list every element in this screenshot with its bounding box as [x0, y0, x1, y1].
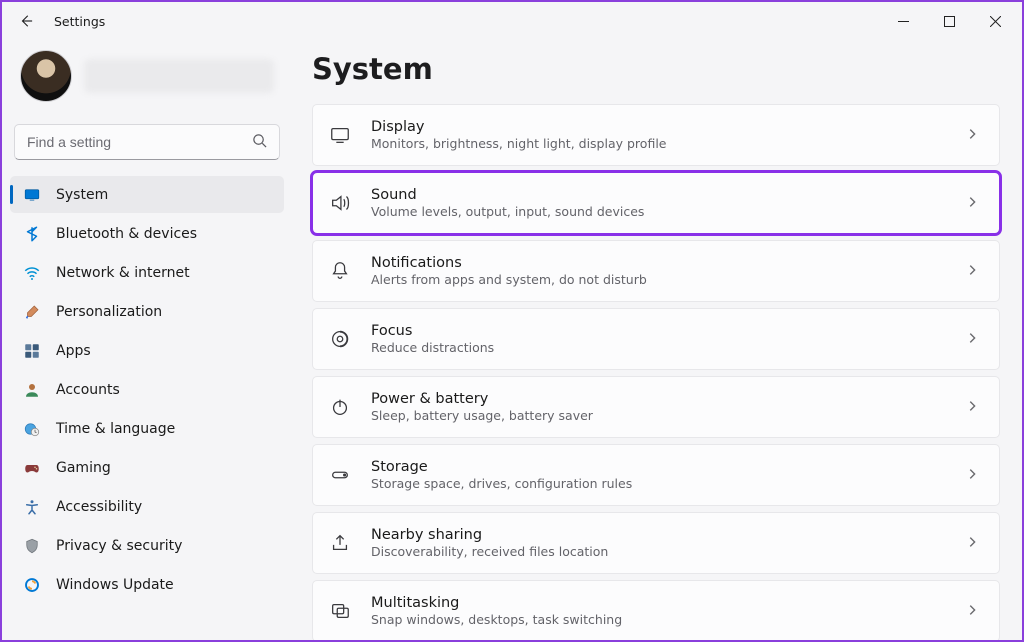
gamepad-icon	[22, 458, 42, 478]
main-panel: System Display Monitors, brightness, nig…	[292, 40, 1022, 640]
sidebar-item-label: Bluetooth & devices	[56, 226, 197, 242]
wifi-icon	[22, 263, 42, 283]
sidebar-item-personalization[interactable]: Personalization	[10, 293, 284, 330]
sidebar-item-accounts[interactable]: Accounts	[10, 371, 284, 408]
card-text: Notifications Alerts from apps and syste…	[371, 255, 947, 287]
accessibility-icon	[22, 497, 42, 517]
card-nearby-sharing[interactable]: Nearby sharing Discoverability, received…	[312, 512, 1000, 574]
sidebar-item-label: Apps	[56, 343, 91, 359]
shield-icon	[22, 536, 42, 556]
sound-icon	[327, 190, 353, 216]
card-desc: Discoverability, received files location	[371, 544, 947, 559]
card-display[interactable]: Display Monitors, brightness, night ligh…	[312, 104, 1000, 166]
person-icon	[22, 380, 42, 400]
card-notifications[interactable]: Notifications Alerts from apps and syste…	[312, 240, 1000, 302]
card-desc: Volume levels, output, input, sound devi…	[371, 204, 947, 219]
search-icon	[252, 133, 267, 152]
card-desc: Reduce distractions	[371, 340, 947, 355]
search-input[interactable]	[27, 134, 252, 150]
sidebar: System Bluetooth & devices Network & int…	[2, 40, 292, 640]
share-icon	[327, 530, 353, 556]
card-title: Notifications	[371, 255, 947, 271]
chevron-right-icon	[965, 330, 979, 349]
page-title: System	[312, 52, 1000, 86]
close-button[interactable]	[972, 5, 1018, 37]
card-text: Sound Volume levels, output, input, soun…	[371, 187, 947, 219]
window-controls	[880, 5, 1018, 37]
sidebar-item-system[interactable]: System	[10, 176, 284, 213]
card-text: Storage Storage space, drives, configura…	[371, 459, 947, 491]
card-desc: Alerts from apps and system, do not dist…	[371, 272, 947, 287]
bell-icon	[327, 258, 353, 284]
paintbrush-icon	[22, 302, 42, 322]
card-desc: Sleep, battery usage, battery saver	[371, 408, 947, 423]
sidebar-item-label: Accessibility	[56, 499, 142, 515]
card-text: Display Monitors, brightness, night ligh…	[371, 119, 947, 151]
chevron-right-icon	[965, 466, 979, 485]
chevron-right-icon	[965, 534, 979, 553]
card-storage[interactable]: Storage Storage space, drives, configura…	[312, 444, 1000, 506]
bluetooth-icon	[22, 224, 42, 244]
card-title: Display	[371, 119, 947, 135]
sidebar-item-privacy[interactable]: Privacy & security	[10, 527, 284, 564]
display-icon	[327, 122, 353, 148]
storage-icon	[327, 462, 353, 488]
sidebar-item-apps[interactable]: Apps	[10, 332, 284, 369]
update-icon	[22, 575, 42, 595]
card-title: Sound	[371, 187, 947, 203]
profile-name-redacted	[84, 59, 274, 93]
minimize-button[interactable]	[880, 5, 926, 37]
power-icon	[327, 394, 353, 420]
card-power[interactable]: Power & battery Sleep, battery usage, ba…	[312, 376, 1000, 438]
maximize-button[interactable]	[926, 5, 972, 37]
chevron-right-icon	[965, 262, 979, 281]
sidebar-item-bluetooth[interactable]: Bluetooth & devices	[10, 215, 284, 252]
sidebar-item-network[interactable]: Network & internet	[10, 254, 284, 291]
search-box[interactable]	[14, 124, 280, 160]
multitasking-icon	[327, 598, 353, 624]
card-text: Focus Reduce distractions	[371, 323, 947, 355]
chevron-right-icon	[965, 194, 979, 213]
apps-icon	[22, 341, 42, 361]
sidebar-item-label: Accounts	[56, 382, 120, 398]
sidebar-item-label: Personalization	[56, 304, 162, 320]
sidebar-item-accessibility[interactable]: Accessibility	[10, 488, 284, 525]
card-desc: Monitors, brightness, night light, displ…	[371, 136, 947, 151]
card-title: Nearby sharing	[371, 527, 947, 543]
card-text: Nearby sharing Discoverability, received…	[371, 527, 947, 559]
avatar	[20, 50, 72, 102]
sidebar-item-gaming[interactable]: Gaming	[10, 449, 284, 486]
sidebar-item-label: System	[56, 187, 108, 203]
system-icon	[22, 185, 42, 205]
card-desc: Snap windows, desktops, task switching	[371, 612, 947, 627]
card-title: Power & battery	[371, 391, 947, 407]
sidebar-item-update[interactable]: Windows Update	[10, 566, 284, 603]
globe-clock-icon	[22, 419, 42, 439]
card-multitasking[interactable]: Multitasking Snap windows, desktops, tas…	[312, 580, 1000, 640]
profile-block[interactable]	[10, 44, 284, 120]
card-title: Storage	[371, 459, 947, 475]
sidebar-item-label: Gaming	[56, 460, 111, 476]
sidebar-item-time[interactable]: Time & language	[10, 410, 284, 447]
chevron-right-icon	[965, 602, 979, 621]
titlebar: Settings	[2, 2, 1022, 40]
focus-icon	[327, 326, 353, 352]
card-sound[interactable]: Sound Volume levels, output, input, soun…	[312, 172, 1000, 234]
back-button[interactable]	[16, 11, 36, 31]
card-text: Power & battery Sleep, battery usage, ba…	[371, 391, 947, 423]
card-focus[interactable]: Focus Reduce distractions	[312, 308, 1000, 370]
sidebar-item-label: Network & internet	[56, 265, 190, 281]
window-title: Settings	[54, 14, 105, 29]
card-text: Multitasking Snap windows, desktops, tas…	[371, 595, 947, 627]
sidebar-item-label: Windows Update	[56, 577, 174, 593]
card-desc: Storage space, drives, configuration rul…	[371, 476, 947, 491]
card-title: Multitasking	[371, 595, 947, 611]
sidebar-nav: System Bluetooth & devices Network & int…	[10, 176, 284, 603]
sidebar-item-label: Time & language	[56, 421, 175, 437]
sidebar-item-label: Privacy & security	[56, 538, 182, 554]
chevron-right-icon	[965, 126, 979, 145]
card-title: Focus	[371, 323, 947, 339]
chevron-right-icon	[965, 398, 979, 417]
